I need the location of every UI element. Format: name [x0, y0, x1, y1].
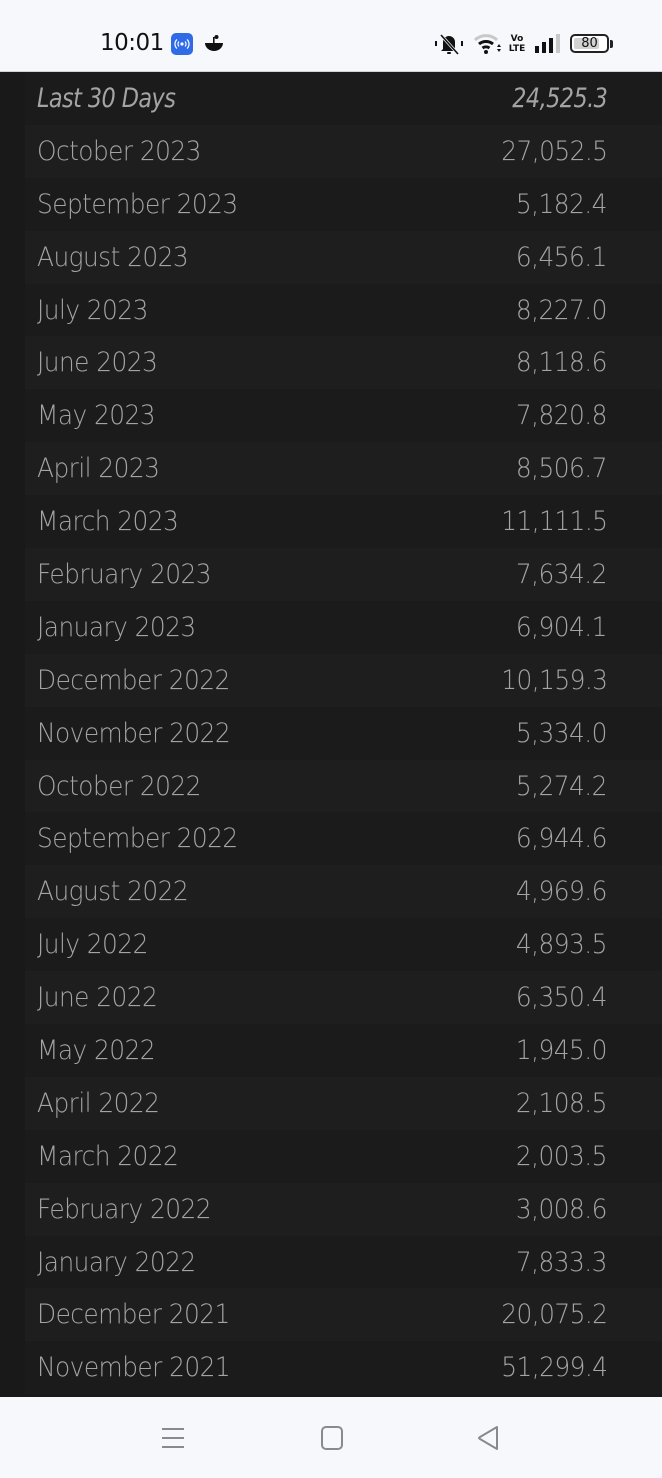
- battery-body: 80: [570, 34, 609, 53]
- volte-label-top: Vo: [510, 34, 524, 44]
- list-item[interactable]: December 2022 10,159.3: [25, 653, 662, 707]
- list-item[interactable]: April 2023 8,506.7: [25, 442, 662, 496]
- period-value: 5,182.4: [516, 188, 608, 220]
- period-label: January 2022: [37, 1246, 196, 1278]
- battery-icon: 80: [570, 33, 614, 55]
- period-label: June 2023: [37, 347, 158, 379]
- status-time: 10:01: [100, 30, 164, 56]
- list-item[interactable]: October 2023 27,052.5: [25, 124, 662, 178]
- period-value: 24,525.3: [511, 82, 608, 114]
- period-value: 8,506.7: [516, 453, 608, 485]
- period-label: September 2022: [37, 823, 238, 855]
- list-item[interactable]: September 2023 5,182.4: [25, 177, 662, 231]
- list-item[interactable]: January 2023 6,904.1: [25, 600, 662, 654]
- period-label: November 2022: [37, 717, 231, 749]
- period-value: 10,159.3: [500, 664, 608, 696]
- period-value: 6,350.4: [516, 982, 608, 1014]
- period-label: Last 30 Days: [37, 82, 176, 114]
- period-value: 6,456.1: [516, 241, 608, 273]
- list-item[interactable]: June 2022 6,350.4: [25, 971, 662, 1025]
- period-value: 5,334.0: [516, 717, 608, 749]
- period-label: February 2022: [37, 1193, 212, 1225]
- period-value: 4,893.5: [516, 929, 608, 961]
- period-value: 6,904.1: [516, 611, 608, 643]
- period-value: 7,634.2: [516, 558, 608, 590]
- list-item[interactable]: August 2022 4,969.6: [25, 865, 662, 919]
- period-value: 27,052.5: [500, 135, 608, 167]
- list-item[interactable]: August 2023 6,456.1: [25, 230, 662, 284]
- list-item[interactable]: April 2022 2,108.5: [25, 1076, 662, 1130]
- period-value: 7,833.3: [516, 1246, 608, 1278]
- back-button[interactable]: [472, 1422, 506, 1454]
- home-button[interactable]: [315, 1422, 349, 1454]
- period-value: 5,274.2: [516, 770, 608, 802]
- monthly-totals-list[interactable]: Last 30 Days 24,525.3 October 2023 27,052.5…: [0, 72, 662, 1397]
- battery-tip: [610, 40, 613, 48]
- period-value: 7,820.8: [516, 400, 608, 432]
- list-item[interactable]: July 2022 4,893.5: [25, 918, 662, 972]
- list-item[interactable]: November 2021 51,299.4: [25, 1341, 662, 1395]
- period-label: January 2023: [37, 611, 196, 643]
- period-label: August 2022: [37, 876, 189, 908]
- battery-level: 80: [581, 36, 598, 51]
- period-value: 2,003.5: [516, 1140, 608, 1172]
- period-label: April 2022: [37, 1087, 160, 1119]
- period-value: 8,118.6: [516, 347, 608, 379]
- period-label: September 2023: [37, 188, 238, 220]
- period-label: May 2022: [37, 1034, 156, 1066]
- period-value: 20,075.2: [500, 1299, 608, 1331]
- list-item[interactable]: December 2021 20,075.2: [25, 1288, 662, 1342]
- signal-icon: [533, 33, 561, 55]
- period-label: May 2023: [37, 400, 156, 432]
- period-value: 6,944.6: [516, 823, 608, 855]
- period-label: August 2023: [37, 241, 189, 273]
- period-label: November 2021: [37, 1352, 231, 1384]
- list-item[interactable]: July 2023 8,227.0: [25, 283, 662, 337]
- list-item[interactable]: March 2022 2,003.5: [25, 1129, 662, 1183]
- list-item[interactable]: March 2023 11,111.5: [25, 495, 662, 549]
- list-item[interactable]: Last 30 Days 24,525.3: [25, 72, 662, 125]
- navigation-bar: [0, 1397, 662, 1478]
- period-value: 11,111.5: [500, 506, 608, 538]
- list-item[interactable]: February 2022 3,008.6: [25, 1182, 662, 1236]
- period-value: 1,945.0: [516, 1034, 608, 1066]
- period-label: December 2022: [37, 664, 230, 696]
- list-item[interactable]: May 2023 7,820.8: [25, 389, 662, 443]
- app-notification-icon: [203, 33, 225, 55]
- hotspot-icon: [171, 33, 193, 55]
- recents-button[interactable]: [156, 1422, 190, 1454]
- period-label: February 2023: [37, 558, 212, 590]
- period-label: March 2023: [37, 506, 179, 538]
- wifi-icon: [473, 32, 503, 56]
- period-label: October 2023: [37, 135, 201, 167]
- list-item[interactable]: September 2022 6,944.6: [25, 812, 662, 866]
- period-label: March 2022: [37, 1140, 179, 1172]
- list-item[interactable]: May 2022 1,945.0: [25, 1024, 662, 1077]
- list-item[interactable]: January 2022 7,833.3: [25, 1235, 662, 1289]
- list-item[interactable]: June 2023 8,118.6: [25, 336, 662, 390]
- period-value: 3,008.6: [516, 1193, 608, 1225]
- status-bar: 10:01 Vo LTE 80: [0, 0, 662, 72]
- period-value: 8,227.0: [516, 294, 608, 326]
- period-value: 51,299.4: [500, 1352, 608, 1384]
- mute-icon: [434, 32, 464, 56]
- triangle-back-icon: [478, 1426, 498, 1450]
- period-label: October 2022: [37, 770, 201, 802]
- period-label: December 2021: [37, 1299, 230, 1331]
- period-value: 2,108.5: [516, 1087, 608, 1119]
- period-label: July 2023: [37, 294, 148, 326]
- list-item[interactable]: November 2022 5,334.0: [25, 706, 662, 760]
- volte-label-bottom: LTE: [508, 44, 526, 54]
- period-label: April 2023: [37, 453, 160, 485]
- period-label: June 2022: [37, 982, 158, 1014]
- list-item[interactable]: February 2023 7,634.2: [25, 548, 662, 601]
- period-value: 4,969.6: [516, 876, 608, 908]
- square-home-icon: [321, 1426, 343, 1450]
- volte-icon: Vo LTE: [508, 32, 526, 56]
- menu-lines-icon: [162, 1428, 184, 1448]
- period-label: July 2022: [37, 929, 148, 961]
- list-item[interactable]: October 2022 5,274.2: [25, 759, 662, 813]
